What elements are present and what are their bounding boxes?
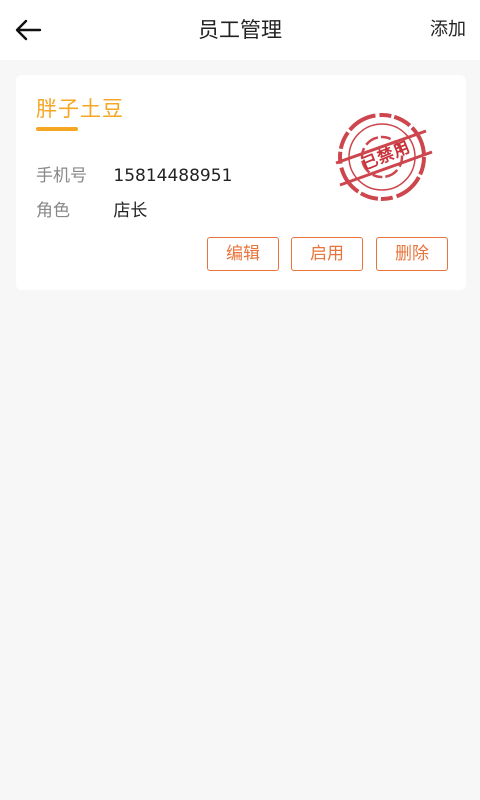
role-label: 角色	[36, 201, 70, 221]
arrow-left-icon	[15, 19, 42, 41]
phone-value: 15814488951	[113, 166, 233, 186]
delete-button[interactable]: 删除	[376, 237, 448, 271]
role-row: 角色 店长	[36, 196, 147, 221]
page-title: 员工管理	[198, 18, 282, 42]
disabled-stamp: 已禁用	[322, 105, 442, 205]
employee-name: 胖子土豆	[36, 97, 124, 121]
back-button[interactable]	[8, 12, 48, 48]
edit-button[interactable]: 编辑	[207, 237, 279, 271]
enable-button[interactable]: 启用	[291, 237, 363, 271]
role-value: 店长	[113, 201, 148, 221]
add-button[interactable]: 添加	[430, 0, 466, 60]
name-underline	[36, 127, 78, 131]
phone-row: 手机号 15814488951	[36, 161, 232, 186]
top-navbar: 员工管理 添加	[0, 0, 480, 60]
employee-card: 胖子土豆 手机号 15814488951 角色 店长 已禁用 编辑 启用 删除	[16, 75, 466, 290]
phone-label: 手机号	[36, 166, 87, 186]
